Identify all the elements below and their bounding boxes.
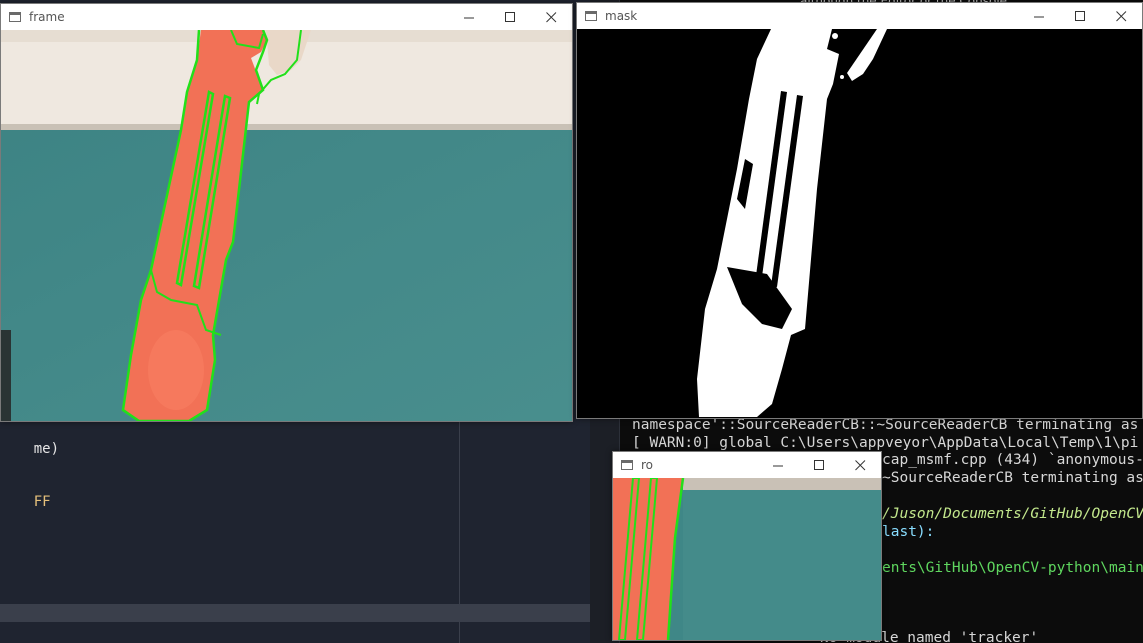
window-title: ro bbox=[641, 458, 654, 472]
minimize-button[interactable] bbox=[449, 4, 490, 30]
current-line-highlight bbox=[0, 604, 590, 622]
mask-titlebar[interactable]: mask bbox=[577, 3, 1142, 29]
maximize-button[interactable] bbox=[1060, 3, 1101, 29]
close-button[interactable] bbox=[531, 4, 572, 30]
close-button[interactable] bbox=[840, 452, 881, 478]
window-app-icon bbox=[585, 11, 597, 21]
maximize-button[interactable] bbox=[799, 452, 840, 478]
roi-window[interactable]: ro bbox=[612, 451, 882, 641]
terminal-line: cap_msmf.cpp (434) `anonymous- bbox=[882, 452, 1143, 468]
mask-window[interactable]: mask bbox=[576, 2, 1143, 419]
terminal-line: ~SourceReaderCB terminating as bbox=[882, 470, 1143, 486]
minimize-icon bbox=[773, 465, 783, 466]
code-line: FF bbox=[0, 478, 51, 526]
mask-image bbox=[577, 29, 1142, 418]
close-button[interactable] bbox=[1101, 3, 1142, 29]
terminal-line: namespace'::SourceReaderCB::~SourceReade… bbox=[632, 417, 1139, 433]
frame-image bbox=[1, 30, 572, 421]
code-line: me) bbox=[0, 425, 59, 473]
close-icon bbox=[855, 459, 866, 470]
maximize-icon bbox=[814, 459, 824, 470]
maximize-icon bbox=[1075, 10, 1085, 21]
code-text: me) bbox=[33, 441, 60, 457]
code-text: FF bbox=[33, 494, 51, 510]
maximize-icon bbox=[505, 11, 515, 22]
close-icon bbox=[546, 11, 557, 22]
terminal-line: /Juson/Documents/GitHub/OpenCV bbox=[882, 506, 1143, 522]
window-title: frame bbox=[29, 10, 65, 24]
terminal-line: ents\GitHub\OpenCV-python\main bbox=[882, 560, 1143, 576]
frame-window[interactable]: frame bbox=[0, 3, 573, 422]
minimize-button[interactable] bbox=[758, 452, 799, 478]
minimize-button[interactable] bbox=[1019, 3, 1060, 29]
frame-titlebar[interactable]: frame bbox=[1, 4, 572, 30]
minimize-icon bbox=[1034, 16, 1044, 17]
window-title: mask bbox=[605, 9, 638, 23]
roi-image bbox=[613, 478, 881, 640]
window-app-icon bbox=[9, 12, 21, 22]
close-icon bbox=[1116, 10, 1127, 21]
terminal-line: last): bbox=[882, 524, 935, 540]
terminal-line: [ WARN:0] global C:\Users\appveyor\AppDa… bbox=[632, 435, 1139, 451]
roi-titlebar[interactable]: ro bbox=[613, 452, 881, 478]
maximize-button[interactable] bbox=[490, 4, 531, 30]
window-app-icon bbox=[621, 460, 633, 470]
minimize-icon bbox=[464, 17, 474, 18]
